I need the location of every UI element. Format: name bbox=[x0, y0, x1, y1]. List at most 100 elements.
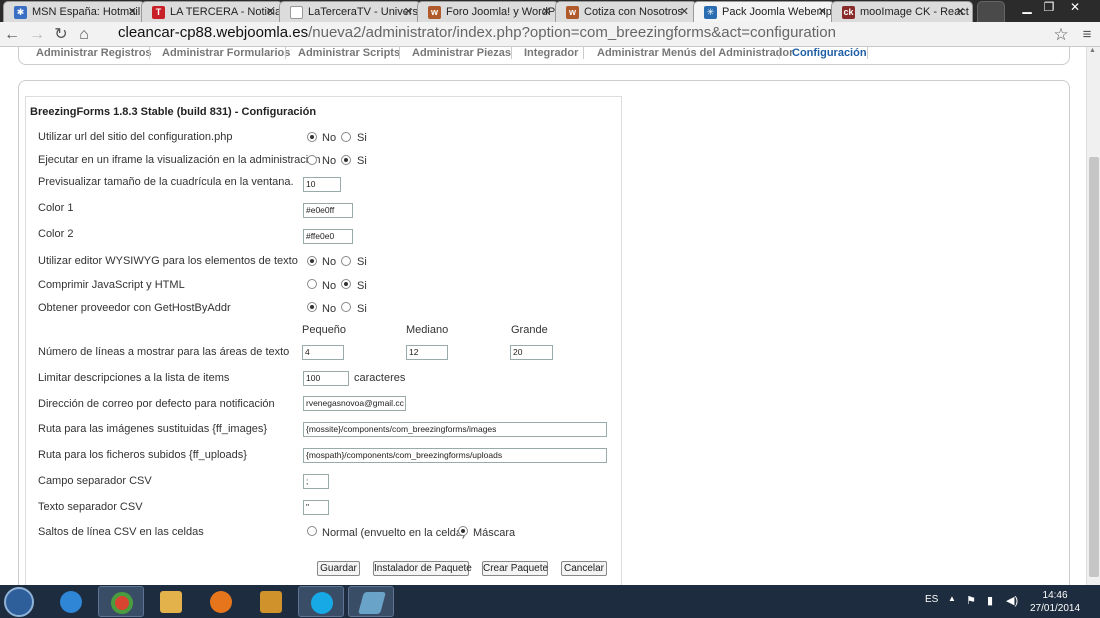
tab-administrar-scripts[interactable]: Administrar Scripts bbox=[298, 47, 400, 61]
home-icon[interactable]: ⌂ bbox=[74, 25, 94, 45]
menu-divider bbox=[149, 47, 150, 59]
close-tab-icon[interactable]: ✕ bbox=[128, 5, 137, 18]
menu-icon[interactable]: ≡ bbox=[1077, 25, 1097, 45]
tab-administrar-registros[interactable]: Administrar Registros bbox=[36, 47, 152, 61]
lines-large-input[interactable]: 20 bbox=[510, 345, 553, 360]
forward-icon[interactable]: → bbox=[27, 25, 47, 45]
vertical-scrollbar[interactable]: ▲ bbox=[1086, 47, 1100, 585]
minimize-icon[interactable]: ▁ bbox=[1016, 0, 1038, 16]
address-bar[interactable]: cleancar-cp88.webjoomla.es/nueva2/admini… bbox=[118, 24, 836, 41]
lines-label: Número de líneas a mostrar para las área… bbox=[38, 346, 290, 358]
close-window-icon[interactable]: ✕ bbox=[1064, 0, 1086, 16]
scrollbar-thumb[interactable] bbox=[1089, 157, 1099, 577]
joomla-icon: ✳ bbox=[704, 6, 717, 19]
column-header-medium: Mediano bbox=[406, 324, 449, 336]
tab-configuracion[interactable]: Configuración bbox=[792, 47, 867, 61]
browser-tab-laterceratv[interactable]: LaTerceraTV - Univers ✕ bbox=[279, 1, 421, 22]
close-tab-icon[interactable]: ✕ bbox=[956, 5, 965, 18]
browser-tab-la-tercera[interactable]: T LA TERCERA - Noticias ✕ bbox=[141, 1, 283, 22]
volume-icon[interactable]: ◀) bbox=[1006, 594, 1018, 607]
scroll-up-icon[interactable]: ▲ bbox=[1089, 47, 1096, 54]
wysiwyg-label: Utilizar editor WYSIWYG para los element… bbox=[38, 255, 298, 267]
action-center-flag-icon[interactable]: ⚑ bbox=[966, 594, 976, 607]
menu-divider bbox=[399, 47, 400, 59]
url-host: cleancar-cp88.webjoomla.es bbox=[118, 24, 309, 41]
battery-icon[interactable]: ▮ bbox=[987, 594, 993, 607]
gethost-si-radio[interactable] bbox=[341, 302, 351, 312]
save-button[interactable]: Guardar bbox=[317, 561, 360, 576]
csv-text-separator-input[interactable]: " bbox=[303, 500, 329, 515]
firefox-icon[interactable] bbox=[198, 586, 244, 617]
restore-icon[interactable]: ❐ bbox=[1038, 0, 1060, 16]
back-icon[interactable]: ← bbox=[2, 25, 22, 45]
color2-input[interactable]: #ffe0e0 bbox=[303, 229, 353, 244]
close-tab-icon[interactable]: ✕ bbox=[404, 5, 413, 18]
compress-si-radio[interactable] bbox=[341, 279, 351, 289]
browser-tab-mooimage[interactable]: ck mooImage CK - React ✕ bbox=[831, 1, 973, 22]
csv-field-separator-label: Campo separador CSV bbox=[38, 475, 152, 487]
close-tab-icon[interactable]: ✕ bbox=[542, 5, 551, 18]
browser-tab-msn[interactable]: ✱ MSN España: Hotmail ✕ bbox=[3, 1, 145, 22]
browser-tab-cotiza[interactable]: w Cotiza con Nosotros ✕ bbox=[555, 1, 697, 22]
use-site-url-no-radio[interactable] bbox=[307, 132, 317, 142]
grid-size-input[interactable]: 10 bbox=[303, 177, 341, 192]
images-path-label: Ruta para las imágenes sustituidas {ff_i… bbox=[38, 423, 268, 435]
csv-linebreaks-label: Saltos de línea CSV en las celdas bbox=[38, 526, 204, 538]
tab-administrar-menus[interactable]: Administrar Menús del Administrador bbox=[597, 47, 793, 61]
close-tab-icon[interactable]: ✕ bbox=[266, 5, 275, 18]
file-explorer-icon[interactable] bbox=[148, 586, 194, 617]
email-input[interactable]: rvenegasnovoa@gmail.cc bbox=[303, 396, 406, 411]
wysiwyg-no-radio[interactable] bbox=[307, 256, 317, 266]
ck-icon: ck bbox=[842, 6, 855, 19]
limit-desc-suffix: caracteres bbox=[354, 372, 406, 384]
tab-administrar-formularios[interactable]: Administrar Formularios bbox=[162, 47, 290, 61]
browser-tab-foro-joomla[interactable]: w Foro Joomla! y WordP ✕ bbox=[417, 1, 559, 22]
app-glyph bbox=[311, 592, 333, 614]
chrome-icon[interactable] bbox=[98, 586, 144, 617]
app-glyph bbox=[358, 592, 386, 614]
compress-no-radio[interactable] bbox=[307, 279, 317, 289]
gethost-no-radio[interactable] bbox=[307, 302, 317, 312]
radio-label: Máscara bbox=[473, 527, 516, 539]
uploads-path-input[interactable]: {mospath}/components/com_breezingforms/u… bbox=[303, 448, 607, 463]
menu-divider bbox=[583, 47, 584, 59]
browser-tab-pack-joomla[interactable]: ✳ Pack Joomla Webemp ✕ bbox=[693, 1, 835, 22]
app-icon[interactable] bbox=[348, 586, 394, 617]
close-tab-icon[interactable]: ✕ bbox=[680, 5, 689, 18]
compress-label: Comprimir JavaScript y HTML bbox=[38, 279, 185, 291]
iframe-si-radio[interactable] bbox=[341, 155, 351, 165]
radio-label: Si bbox=[357, 155, 367, 167]
skype-icon[interactable] bbox=[298, 586, 344, 617]
language-indicator[interactable]: ES bbox=[925, 594, 938, 605]
new-tab-button[interactable] bbox=[977, 1, 1005, 22]
email-label: Dirección de correo por defecto para not… bbox=[38, 398, 275, 410]
use-site-url-si-radio[interactable] bbox=[341, 132, 351, 142]
images-path-input[interactable]: {mossite}/components/com_breezingforms/i… bbox=[303, 422, 607, 437]
cancel-button[interactable]: Cancelar bbox=[561, 561, 607, 576]
radio-label: No bbox=[322, 155, 337, 167]
wysiwyg-si-radio[interactable] bbox=[341, 256, 351, 266]
show-hidden-icons-icon[interactable]: ▲ bbox=[948, 594, 956, 603]
lines-small-input[interactable]: 4 bbox=[302, 345, 344, 360]
start-button[interactable] bbox=[4, 587, 34, 617]
menu-divider bbox=[511, 47, 512, 59]
csv-linebreaks-mask-radio[interactable] bbox=[458, 526, 468, 536]
create-package-button[interactable]: Crear Paquete bbox=[482, 561, 548, 576]
limit-desc-input[interactable]: 100 bbox=[303, 371, 349, 386]
internet-explorer-icon[interactable] bbox=[48, 586, 94, 617]
bookmark-star-icon[interactable]: ☆ bbox=[1051, 25, 1071, 45]
csv-linebreaks-normal-radio[interactable] bbox=[307, 526, 317, 536]
clock[interactable]: 14:46 27/01/2014 bbox=[1030, 589, 1080, 615]
media-player-icon[interactable] bbox=[248, 586, 294, 617]
package-installer-button[interactable]: Instalador de Paquete bbox=[373, 561, 472, 576]
lines-medium-input[interactable]: 12 bbox=[406, 345, 448, 360]
reload-icon[interactable]: ↻ bbox=[51, 25, 71, 45]
tab-administrar-piezas[interactable]: Administrar Piezas bbox=[412, 47, 511, 61]
close-tab-icon[interactable]: ✕ bbox=[818, 5, 827, 18]
page-icon bbox=[290, 6, 303, 19]
tab-integrador[interactable]: Integrador bbox=[524, 47, 578, 61]
csv-field-separator-input[interactable]: ; bbox=[303, 474, 329, 489]
clock-date: 27/01/2014 bbox=[1030, 603, 1081, 614]
iframe-no-radio[interactable] bbox=[307, 155, 317, 165]
color1-input[interactable]: #e0e0ff bbox=[303, 203, 353, 218]
